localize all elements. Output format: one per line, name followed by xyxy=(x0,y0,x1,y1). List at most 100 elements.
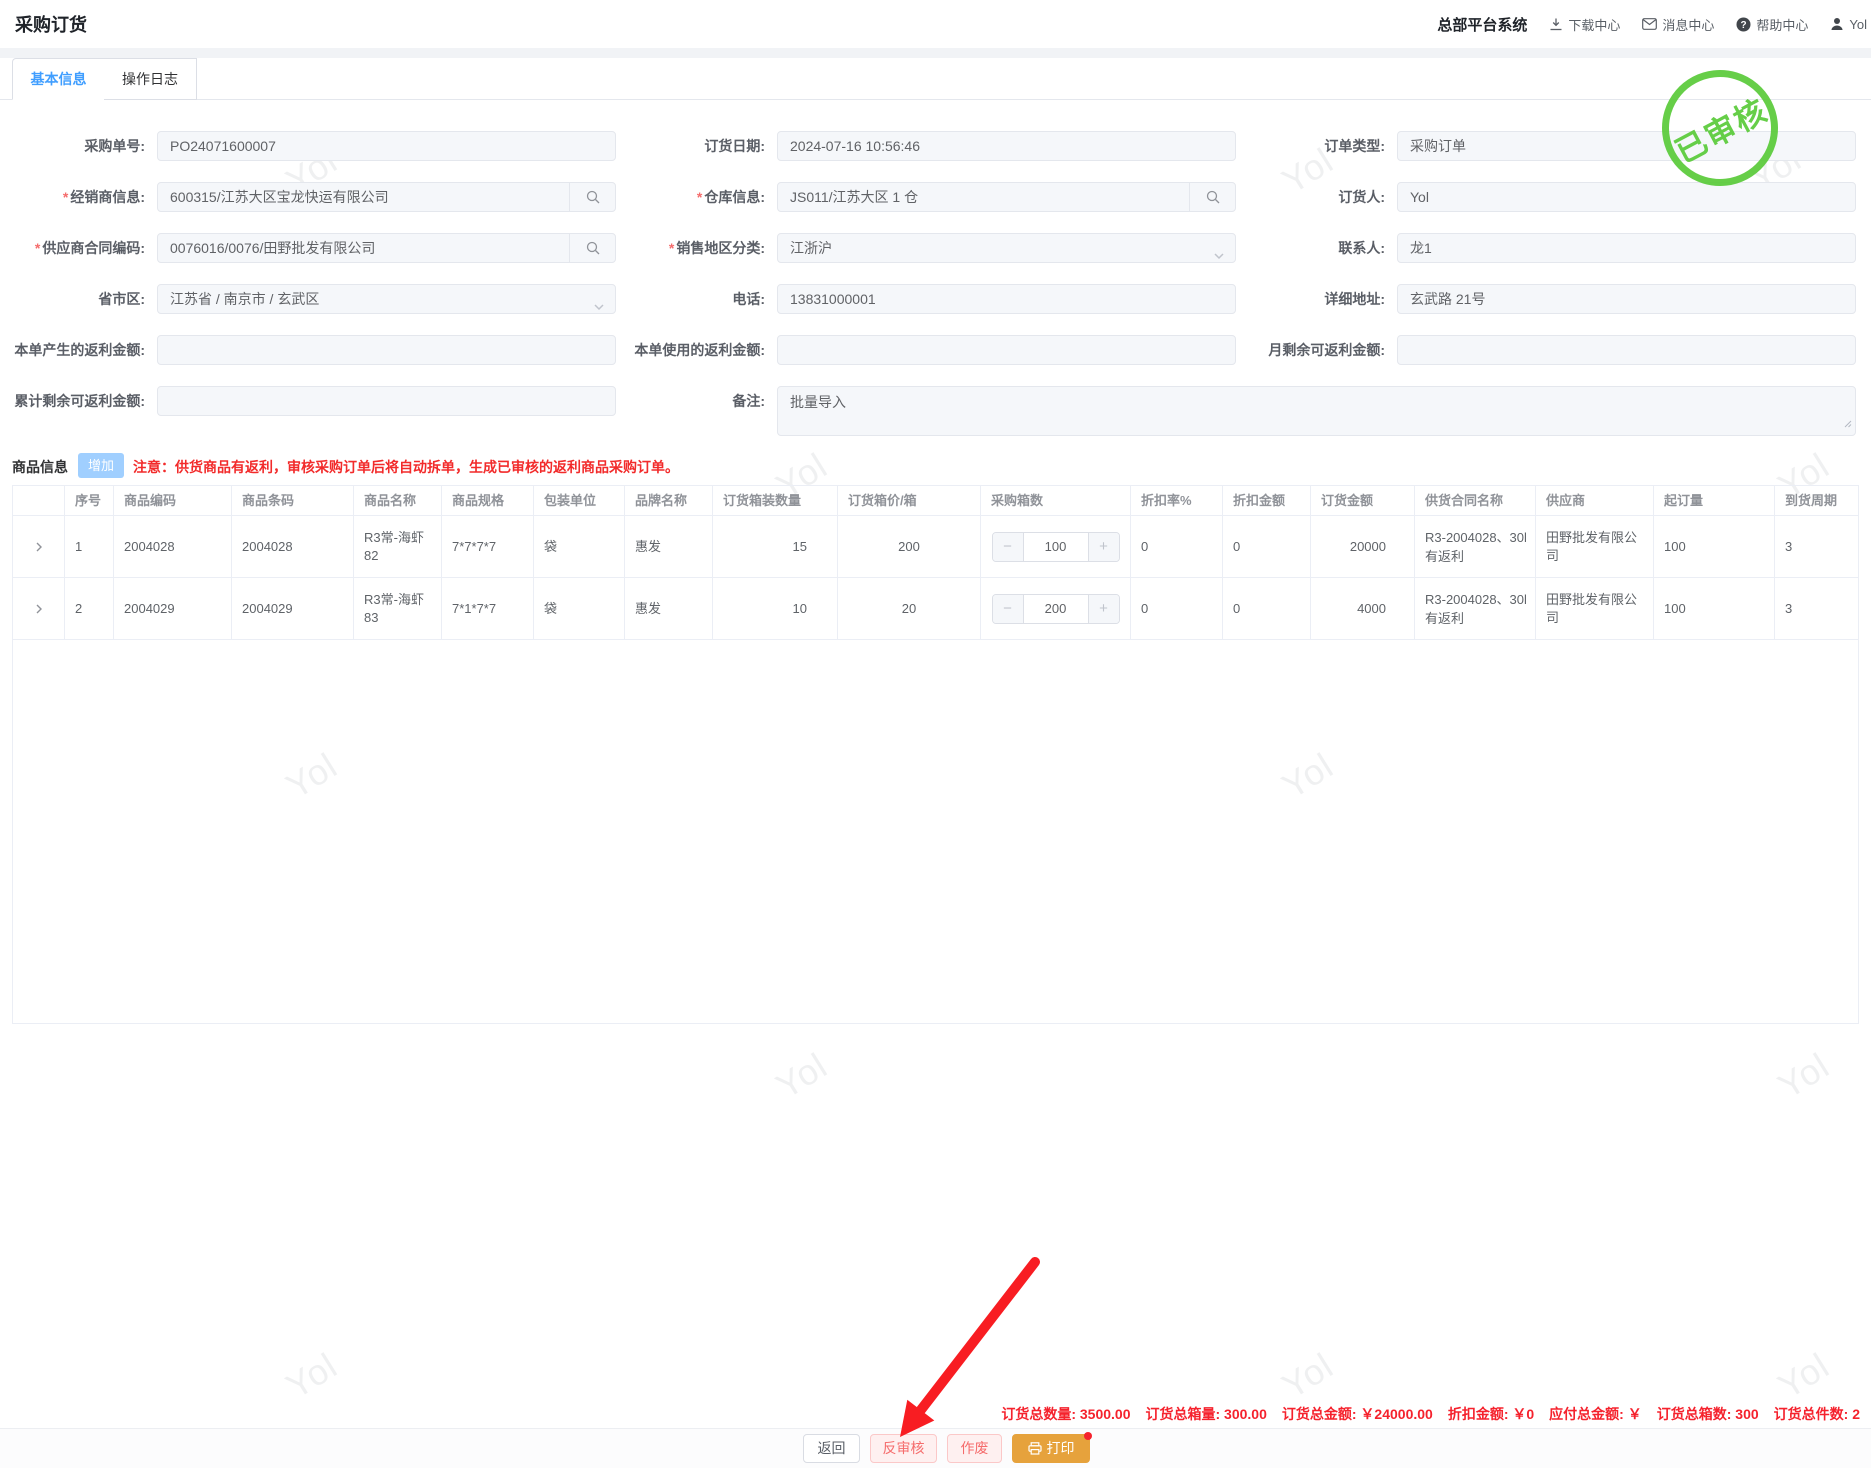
cell-value: 2004028 xyxy=(124,538,175,554)
tab-operation-log[interactable]: 操作日志 xyxy=(104,58,197,100)
field-value: 采购订单 xyxy=(1410,138,1466,154)
stepper-increase-button[interactable]: + xyxy=(1087,594,1119,623)
svg-text:?: ? xyxy=(1741,20,1747,31)
void-button[interactable]: 作废 xyxy=(947,1434,1002,1463)
cell-value: 20000 xyxy=(1349,538,1386,554)
field-label-rebate-total-remain: 累计剩余可返利金额: xyxy=(0,386,145,416)
table-cell: 2004029 xyxy=(114,578,232,639)
field-label-address: 详细地址: xyxy=(1065,284,1385,314)
field-label-order-date: 订货日期: xyxy=(445,131,765,161)
cell-value: 3 xyxy=(1785,600,1793,616)
field-value: 玄武路 21号 xyxy=(1410,291,1486,307)
table-cell: 0 xyxy=(1223,516,1311,577)
printer-icon xyxy=(1027,1442,1042,1455)
field-label-province-city: 省市区: xyxy=(0,284,145,314)
row-expander[interactable] xyxy=(13,578,65,639)
nav-help-center[interactable]: ? 帮助中心 xyxy=(1736,15,1808,34)
field-input-rebate-month-remain[interactable] xyxy=(1397,335,1856,365)
table-cell: 10 xyxy=(713,578,838,639)
field-label-orderer: 订货人: xyxy=(1065,182,1385,212)
quantity-stepper: −200 + xyxy=(991,593,1120,624)
user-icon xyxy=(1831,18,1843,30)
nav-message-center[interactable]: 消息中心 xyxy=(1642,15,1714,34)
cell-value: 3 xyxy=(1785,538,1793,554)
field-label-rebate-month-remain: 月剩余可返利金额: xyxy=(1065,335,1385,365)
field-input-address[interactable]: 玄武路 21号 xyxy=(1397,284,1856,314)
column-label: 订货箱装数量 xyxy=(723,492,802,508)
table-cell: 2004029 xyxy=(232,578,354,639)
table-cell: 200 xyxy=(838,516,981,577)
table-cell: 3 xyxy=(1775,578,1861,639)
field-label-text: 经销商信息: xyxy=(70,189,145,205)
cell-value: 200 xyxy=(898,538,920,554)
field-input-orderer[interactable]: Yol xyxy=(1397,182,1856,212)
cell-value: R3常-海虾83 xyxy=(364,591,424,625)
back-button[interactable]: 返回 xyxy=(803,1434,860,1463)
nav-download-center[interactable]: 下载中心 xyxy=(1549,15,1620,34)
column-label: 商品名称 xyxy=(364,492,417,508)
nav-message-label: 消息中心 xyxy=(1662,17,1715,33)
field-input-order-type[interactable]: 采购订单 xyxy=(1397,131,1856,161)
stepper-decrease-button[interactable]: − xyxy=(992,532,1024,561)
add-product-button[interactable]: 增加 xyxy=(78,453,124,478)
required-asterisk: * xyxy=(62,189,69,205)
print-button[interactable]: 打印 xyxy=(1012,1432,1092,1463)
column-label: 折扣率% xyxy=(1141,492,1192,508)
column-label: 采购箱数 xyxy=(991,492,1044,508)
header-divider xyxy=(0,48,1871,58)
field-label-text: 订单类型: xyxy=(1324,138,1385,154)
table-header-cell: 商品名称 xyxy=(354,486,442,515)
field-input-remark[interactable]: 批量导入 xyxy=(777,386,1856,436)
summary-item: 订货总数量: 3500.00 xyxy=(1001,1406,1131,1422)
product-section-title: 商品信息 xyxy=(12,459,68,475)
field-label-text: 省市区: xyxy=(98,291,145,307)
field-label-text: 电话: xyxy=(732,291,765,307)
field-value: 江苏省 / 南京市 / 玄武区 xyxy=(170,291,320,307)
stepper-value-input[interactable]: 100 xyxy=(1024,533,1088,561)
table-cell: 0 xyxy=(1223,578,1311,639)
column-label: 包装单位 xyxy=(544,492,597,508)
cell-value: 2004029 xyxy=(124,600,175,616)
table-header-cell: 订货箱价/箱 xyxy=(838,486,981,515)
table-header-cell: 起订量 xyxy=(1654,486,1775,515)
summary-item: 订货总件数: 2 xyxy=(1773,1406,1860,1422)
cell-value: 0 xyxy=(1141,600,1149,616)
summary-item: 折扣金额: ￥0 xyxy=(1447,1406,1535,1422)
table-cell: 2004028 xyxy=(232,516,354,577)
table-cell: 100 xyxy=(1654,516,1775,577)
table-cell: 0 xyxy=(1131,516,1223,577)
watermark-text: Yol xyxy=(1770,1344,1837,1407)
field-label-po-number: 采购单号: xyxy=(0,131,145,161)
table-header-cell: 到货周期 xyxy=(1775,486,1861,515)
field-value: 2024-07-16 10:56:46 xyxy=(790,138,920,154)
stepper-decrease-button[interactable]: − xyxy=(992,594,1024,623)
cell-value: 100 xyxy=(1664,600,1686,616)
tab-basic-info[interactable]: 基本信息 xyxy=(12,58,105,100)
watermark-text: Yol xyxy=(1274,1344,1341,1407)
nav-help-label: 帮助中心 xyxy=(1756,17,1809,33)
field-label-rebate-used: 本单使用的返利金额: xyxy=(445,335,765,365)
field-value: 江浙沪 xyxy=(790,240,832,256)
required-asterisk: * xyxy=(696,189,703,205)
stepper-increase-button[interactable]: + xyxy=(1087,532,1119,561)
table-cell: 20000 xyxy=(1311,516,1415,577)
order-totals-summary: 订货总数量: 3500.00 订货总箱量: 300.00 订货总金额: ￥24000… xyxy=(986,1404,1860,1424)
stepper-value-input[interactable]: 200 xyxy=(1024,595,1088,623)
field-input-contact[interactable]: 龙1 xyxy=(1397,233,1856,263)
field-label-sales-region: * 销售地区分类: xyxy=(445,233,765,263)
row-expander[interactable] xyxy=(13,516,65,577)
cell-value: 100 xyxy=(1664,538,1686,554)
cell-value: 0 xyxy=(1233,600,1241,616)
textarea-resize-handle[interactable] xyxy=(1842,413,1852,433)
table-header-cell: 商品规格 xyxy=(442,486,534,515)
cell-value: 田野批发有限公司 xyxy=(1546,591,1638,625)
table-cell: 惠发 xyxy=(625,578,713,639)
field-label-text: 供应商合同编码: xyxy=(42,240,145,256)
unapprove-button[interactable]: 反审核 xyxy=(870,1434,937,1463)
nav-user[interactable]: Yol xyxy=(1830,17,1867,32)
cell-value: 4000 xyxy=(1357,600,1386,616)
chevron-right-icon xyxy=(36,604,42,613)
table-cell: 田野批发有限公司 xyxy=(1536,578,1654,639)
table-cell: 15 xyxy=(713,516,838,577)
tab-bar: 基本信息 操作日志 xyxy=(0,58,1871,100)
